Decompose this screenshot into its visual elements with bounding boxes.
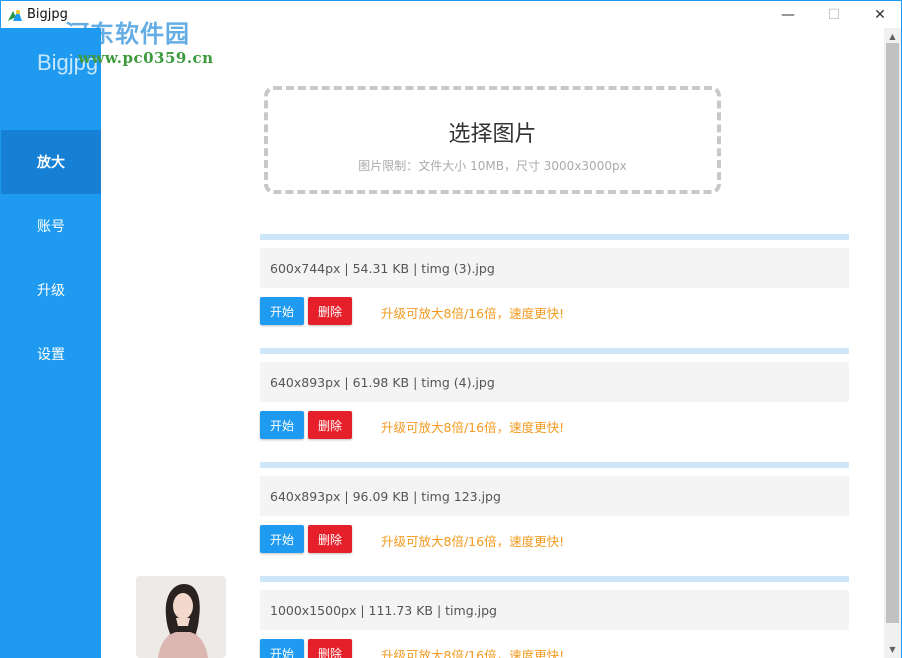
sidebar-item-settings[interactable]: 设置 bbox=[1, 322, 101, 386]
minimize-button[interactable]: — bbox=[765, 1, 811, 29]
progress-bar bbox=[260, 234, 849, 240]
file-info: 600x744px | 54.31 KB | timg (3).jpg bbox=[260, 248, 849, 288]
delete-button[interactable]: 删除 bbox=[308, 639, 352, 658]
sidebar: Bigjpg 放大 账号 升级 设置 bbox=[1, 28, 101, 658]
start-button[interactable]: 开始 bbox=[260, 297, 304, 325]
delete-button[interactable]: 删除 bbox=[308, 297, 352, 325]
sidebar-item-upgrade[interactable]: 升级 bbox=[1, 258, 101, 322]
start-button[interactable]: 开始 bbox=[260, 525, 304, 553]
app-icon bbox=[8, 10, 22, 21]
upgrade-promo[interactable]: 升级可放大8倍/16倍，速度更快! bbox=[381, 417, 564, 436]
close-button[interactable]: ✕ bbox=[857, 1, 902, 29]
file-info: 1000x1500px | 111.73 KB | timg.jpg bbox=[260, 590, 849, 630]
file-info: 640x893px | 61.98 KB | timg (4).jpg bbox=[260, 362, 849, 402]
vertical-scrollbar[interactable]: ▲ ▼ bbox=[884, 28, 901, 658]
file-item: 640x893px | 96.09 KB | timg 123.jpg 开始 删… bbox=[260, 462, 849, 562]
watermark-url: www.pc0359.cn bbox=[78, 49, 214, 67]
progress-bar bbox=[260, 348, 849, 354]
delete-button[interactable]: 删除 bbox=[308, 525, 352, 553]
scroll-down-arrow-icon[interactable]: ▼ bbox=[884, 641, 901, 658]
maximize-button[interactable]: ☐ bbox=[811, 1, 857, 29]
select-image-dropzone[interactable]: 选择图片 图片限制：文件大小 10MB，尺寸 3000x3000px bbox=[264, 86, 721, 194]
scrollbar-thumb[interactable] bbox=[886, 43, 899, 623]
start-button[interactable]: 开始 bbox=[260, 411, 304, 439]
upload-limit-hint: 图片限制：文件大小 10MB，尺寸 3000x3000px bbox=[358, 159, 627, 173]
image-thumbnail bbox=[136, 576, 226, 658]
sidebar-item-account[interactable]: 账号 bbox=[1, 194, 101, 258]
progress-bar bbox=[260, 462, 849, 468]
upgrade-promo[interactable]: 升级可放大8倍/16倍，速度更快! bbox=[381, 531, 564, 550]
file-item: 640x893px | 61.98 KB | timg (4).jpg 开始 删… bbox=[260, 348, 849, 448]
delete-button[interactable]: 删除 bbox=[308, 411, 352, 439]
window-title: Bigjpg bbox=[27, 7, 68, 22]
sidebar-item-enlarge[interactable]: 放大 bbox=[1, 130, 101, 194]
title-bar: Bigjpg 河东软件园 — ☐ ✕ bbox=[0, 0, 902, 48]
portrait-image bbox=[136, 576, 226, 658]
file-item: 600x744px | 54.31 KB | timg (3).jpg 开始 删… bbox=[260, 234, 849, 334]
upgrade-promo[interactable]: 升级可放大8倍/16倍，速度更快! bbox=[381, 645, 564, 658]
upgrade-promo[interactable]: 升级可放大8倍/16倍，速度更快! bbox=[381, 303, 564, 322]
progress-bar bbox=[260, 576, 849, 582]
file-item: 1000x1500px | 111.73 KB | timg.jpg 开始 删除… bbox=[260, 576, 849, 658]
select-image-label: 选择图片 bbox=[448, 122, 537, 147]
file-info: 640x893px | 96.09 KB | timg 123.jpg bbox=[260, 476, 849, 516]
start-button[interactable]: 开始 bbox=[260, 639, 304, 658]
